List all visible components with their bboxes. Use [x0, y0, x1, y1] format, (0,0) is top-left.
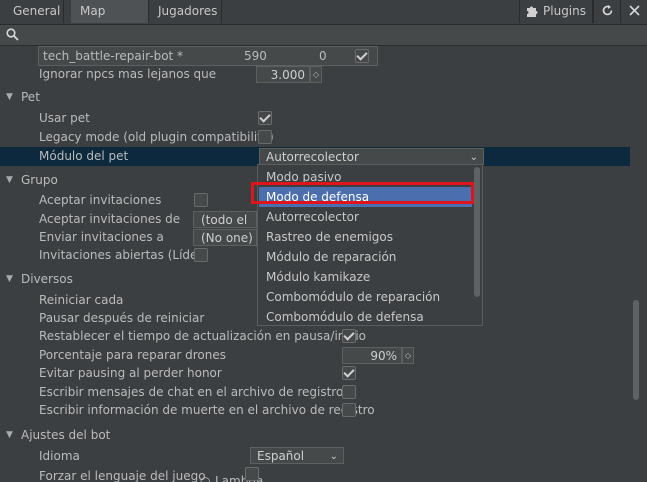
pausar-label: Pausar después de reiniciar	[39, 311, 205, 325]
section-ajustes[interactable]: ▼ Ajustes del bot	[0, 425, 630, 445]
usar-pet-label: Usar pet	[39, 111, 90, 125]
forzar-row: Forzar el lenguaje del juego ○ Lambda	[0, 467, 630, 482]
enviar-label: Enviar invitaciones a	[39, 230, 164, 244]
restablecer-label: Restablecer el tiempo de actualización e…	[39, 329, 366, 343]
puzzle-icon	[527, 6, 538, 17]
porcentaje-label: Porcentaje para reparar drones	[39, 348, 226, 362]
collector-table-row[interactable]: tech_battle-repair-bot * 590 0	[38, 46, 378, 66]
dropdown-option[interactable]: Combomódulo de reparación	[259, 287, 472, 307]
dropdown-option[interactable]: Módulo kamikaze	[259, 267, 472, 287]
annotation-highlight-box	[251, 182, 474, 204]
modulo-pet-value: Autorrecolector	[266, 150, 359, 164]
escribir-chat-row: Escribir mensajes de chat en el archivo …	[0, 383, 630, 402]
refresh-icon	[602, 5, 612, 16]
porcentaje-row: Porcentaje para reparar drones 90% ◇	[0, 346, 630, 365]
expand-arrow-icon: ▼	[6, 274, 13, 284]
aceptar-de-select[interactable]: (todo el mu	[193, 211, 257, 228]
ignore-npcs-row: Ignorar npcs mas lejanos que 3.000 ◇	[0, 65, 630, 84]
reiniciar-label: Reiniciar cada	[39, 293, 124, 307]
expand-arrow-icon: ▼	[6, 430, 13, 440]
aceptar-de-label: Aceptar invitaciones de	[39, 212, 181, 226]
close-icon	[628, 5, 640, 16]
search-icon	[6, 28, 19, 41]
ignore-npcs-spinner[interactable]: ◇	[310, 66, 322, 83]
tab-map-zonas[interactable]: Map Zonas	[71, 0, 149, 41]
porcentaje-spinner[interactable]: ◇	[402, 347, 414, 364]
tab-general[interactable]: General	[0, 0, 64, 23]
aceptar-checkbox[interactable]	[194, 193, 208, 207]
expand-arrow-icon: ▼	[6, 175, 13, 185]
restablecer-checkbox[interactable]	[342, 329, 356, 343]
evitar-row: Evitar pausing al perder honor	[0, 364, 630, 383]
plugins-button[interactable]: Plugins	[519, 0, 593, 23]
porcentaje-input[interactable]: 90%	[342, 347, 402, 364]
dropdown-scrollbar[interactable]	[474, 167, 480, 297]
evitar-label: Evitar pausing al perder honor	[39, 366, 222, 380]
legacy-row: Legacy mode (old plugin compatibility)	[0, 128, 630, 147]
idioma-row: Idioma Español ⌄	[0, 447, 630, 466]
section-grupo-title: Grupo	[21, 173, 58, 187]
section-pet[interactable]: ▼ Pet	[0, 87, 630, 107]
refresh-button[interactable]	[593, 0, 620, 23]
chevron-down-icon: ⌄	[329, 451, 338, 462]
usar-pet-checkbox[interactable]	[258, 111, 272, 125]
search-bar[interactable]	[0, 25, 647, 46]
row-value-1: 590	[244, 49, 267, 63]
ignore-npcs-input[interactable]: 3.000	[256, 66, 310, 83]
scrollbar-thumb[interactable]	[633, 300, 639, 400]
legacy-checkbox[interactable]	[258, 130, 272, 144]
abiertas-label: Invitaciones abiertas (Líder)	[39, 248, 208, 262]
abiertas-checkbox[interactable]	[194, 248, 208, 262]
tab-bar: General Map Zonas Jugadores Plugins	[0, 0, 647, 41]
row-value-2: 0	[319, 49, 327, 63]
expand-arrow-icon: ▼	[6, 92, 13, 102]
evitar-checkbox[interactable]	[342, 366, 356, 380]
ignore-npcs-label: Ignorar npcs mas lejanos que	[39, 67, 217, 81]
scrollbar-track[interactable]	[631, 46, 647, 482]
modulo-pet-select[interactable]: Autorrecolector ⌄	[259, 148, 484, 165]
dropdown-option[interactable]: Autorrecolector	[259, 207, 472, 227]
modulo-pet-label: Módulo del pet	[39, 149, 129, 163]
escribir-chat-checkbox[interactable]	[342, 385, 356, 399]
dropdown-option[interactable]: Rastreo de enemigos	[259, 227, 472, 247]
idioma-select[interactable]: Español ⌄	[250, 447, 344, 464]
section-diversos-title: Diversos	[21, 272, 73, 286]
escribir-muerte-label: Escribir información de muerte en el arc…	[39, 403, 375, 417]
forzar-checkbox[interactable]	[245, 467, 259, 481]
idioma-label: Idioma	[39, 449, 80, 463]
radio-icon: ○	[200, 474, 211, 482]
restablecer-row: Restablecer el tiempo de actualización e…	[0, 327, 630, 346]
row-name: tech_battle-repair-bot *	[43, 49, 184, 63]
escribir-muerte-row: Escribir información de muerte en el arc…	[0, 401, 630, 420]
aceptar-label: Aceptar invitaciones	[39, 193, 162, 207]
plugins-label: Plugins	[543, 4, 586, 18]
row-checkbox[interactable]	[355, 49, 369, 63]
legacy-label: Legacy mode (old plugin compatibility)	[39, 130, 274, 144]
section-ajustes-title: Ajustes del bot	[21, 428, 111, 442]
usar-pet-row: Usar pet	[0, 109, 630, 128]
escribir-muerte-checkbox[interactable]	[342, 403, 356, 417]
close-button[interactable]	[620, 0, 647, 23]
dropdown-option[interactable]: Combomódulo de defensa	[259, 307, 472, 327]
enviar-select[interactable]: (No one)	[193, 229, 257, 246]
dropdown-option[interactable]: Módulo de reparación	[259, 247, 472, 267]
tab-jugadores[interactable]: Jugadores	[149, 0, 222, 23]
section-pet-title: Pet	[21, 90, 40, 104]
forzar-label: Forzar el lenguaje del juego	[39, 469, 206, 482]
idioma-value: Español	[257, 449, 305, 463]
escribir-chat-label: Escribir mensajes de chat en el archivo …	[39, 385, 344, 399]
